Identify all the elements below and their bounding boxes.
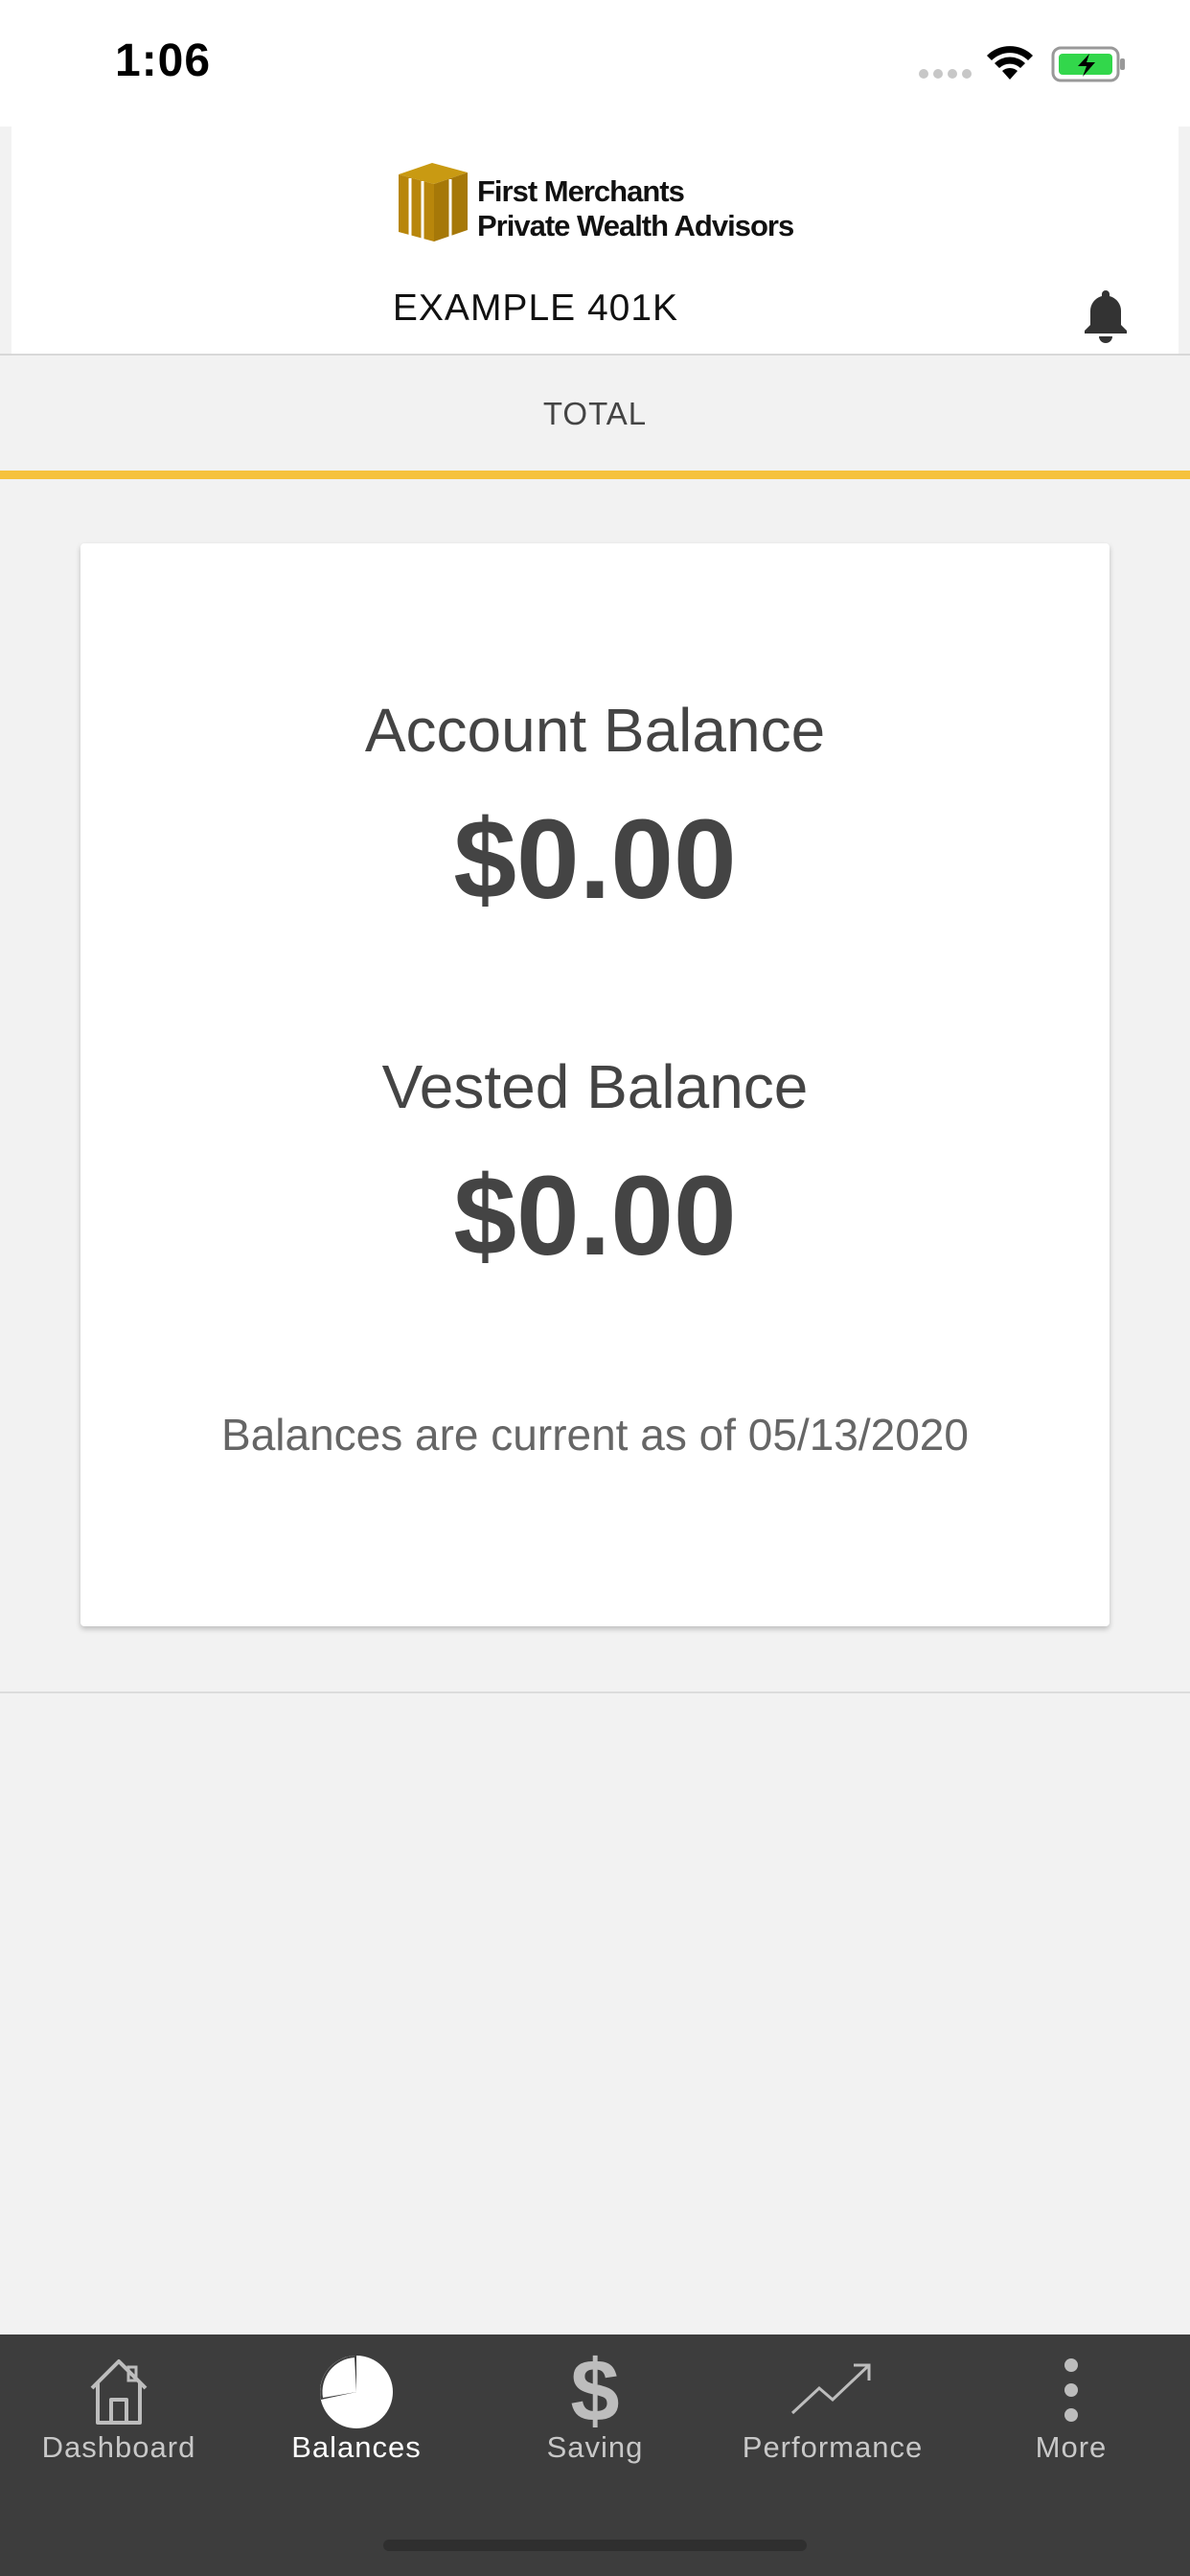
balance-card: Account Balance $0.00 Vested Balance $0.… [80,543,1110,1626]
battery-charging-icon [1051,46,1125,82]
tab-total-label: TOTAL [542,396,648,431]
logo-text: First Merchants Private Wealth Advisors [477,174,794,243]
header-gutter-left [0,126,11,354]
dollar-icon: $ [570,2352,619,2428]
section-divider [0,1691,1190,1693]
app-header: First Merchants Private Wealth Advisors … [11,126,1179,354]
nav-dashboard[interactable]: Dashboard [0,2334,238,2478]
nav-saving[interactable]: $ Saving [476,2334,714,2478]
nav-more-label: More [1035,2430,1108,2464]
signal-dots-icon [919,69,972,79]
status-bar: 1:06 [0,0,1190,126]
home-indicator[interactable] [383,2540,807,2551]
wifi-icon [987,46,1033,80]
brand-logo: First Merchants Private Wealth Advisors [389,155,811,251]
vested-balance-value: $0.00 [453,1153,737,1279]
logo-mark-icon [399,163,468,242]
account-balance-value: $0.00 [453,796,737,923]
svg-text:$: $ [570,2352,619,2428]
more-vertical-icon [1064,2358,1078,2422]
nav-performance[interactable]: Performance [714,2334,951,2478]
account-balance-label: Account Balance [364,696,826,765]
pie-chart-icon [320,2356,393,2428]
nav-dashboard-label: Dashboard [41,2430,196,2464]
logo-line-2: Private Wealth Advisors [477,209,794,242]
bell-icon[interactable] [1075,285,1136,346]
nav-more[interactable]: More [952,2334,1190,2478]
status-time: 1:06 [115,35,212,86]
tab-active-underline [0,471,1190,479]
balance-as-of-note: Balances are current as of 05/13/2020 [221,1410,969,1460]
vested-balance-label: Vested Balance [381,1052,809,1121]
home-icon [90,2359,148,2425]
nav-performance-label: Performance [742,2430,924,2464]
header-gutter-right [1179,126,1190,354]
nav-saving-label: Saving [546,2430,644,2464]
logo-line-1: First Merchants [477,174,685,208]
account-selector[interactable]: EXAMPLE 401K [11,288,1060,330]
nav-balances[interactable]: Balances [238,2334,475,2478]
trend-up-icon [790,2363,871,2415]
nav-balances-label: Balances [291,2430,422,2464]
tab-total[interactable]: TOTAL [0,356,1190,471]
